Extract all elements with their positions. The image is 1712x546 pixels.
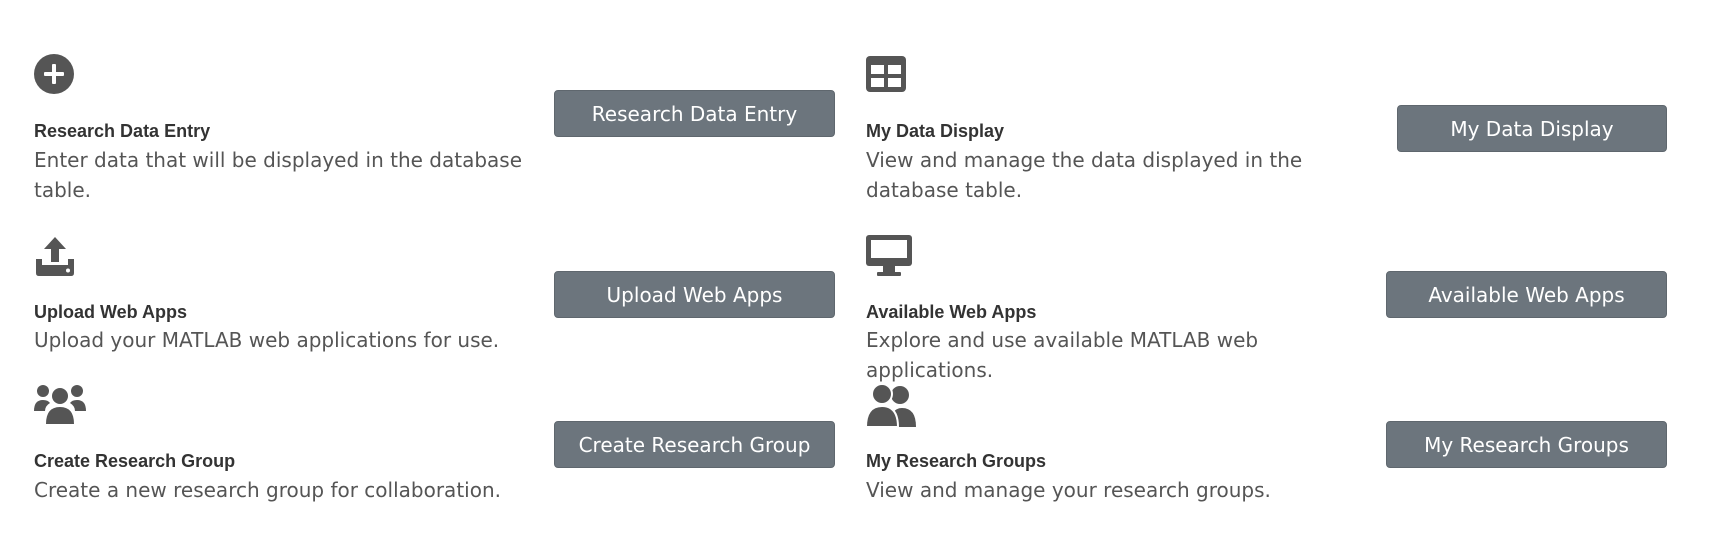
research-data-entry-button[interactable]: Research Data Entry <box>554 90 835 137</box>
card-title: Create Research Group <box>34 451 236 471</box>
card-my-data-display: My Data Display View and manage the data… <box>866 54 1667 204</box>
card-description: Explore and use available MATLAB web app… <box>866 328 1259 382</box>
card-upload-web-apps: Upload Web Apps Upload your MATLAB web a… <box>34 235 835 355</box>
card-description: Enter data that will be displayed in the… <box>34 148 523 202</box>
card-title: My Data Display <box>866 121 1005 141</box>
users-icon <box>34 384 86 428</box>
card-title: My Research Groups <box>866 451 1047 471</box>
card-description: View and manage the data displayed in th… <box>866 148 1303 202</box>
card-description: Create a new research group for collabor… <box>34 478 501 502</box>
available-web-apps-button[interactable]: Available Web Apps <box>1386 271 1667 318</box>
plus-circle-icon <box>34 54 78 98</box>
card-title: Upload Web Apps <box>34 302 187 322</box>
card-description: Upload your MATLAB web applications for … <box>34 328 500 352</box>
upload-web-apps-button[interactable]: Upload Web Apps <box>554 271 835 318</box>
card-create-research-group: Create Research Group Create a new resea… <box>34 384 835 504</box>
card-title: Research Data Entry <box>34 121 211 141</box>
my-data-display-button[interactable]: My Data Display <box>1397 105 1667 152</box>
create-research-group-button[interactable]: Create Research Group <box>554 421 835 468</box>
card-my-research-groups: My Research Groups View and manage your … <box>866 384 1667 504</box>
card-description: View and manage your research groups. <box>866 478 1271 502</box>
upload-icon <box>34 235 78 279</box>
my-research-groups-button[interactable]: My Research Groups <box>1386 421 1667 468</box>
user-friends-icon <box>866 384 916 428</box>
card-research-data-entry: Research Data Entry Enter data that will… <box>34 54 835 202</box>
table-icon <box>866 56 910 100</box>
card-title: Available Web Apps <box>866 302 1037 322</box>
card-available-web-apps: Available Web Apps Explore and use avail… <box>866 235 1667 382</box>
desktop-icon <box>866 235 912 279</box>
